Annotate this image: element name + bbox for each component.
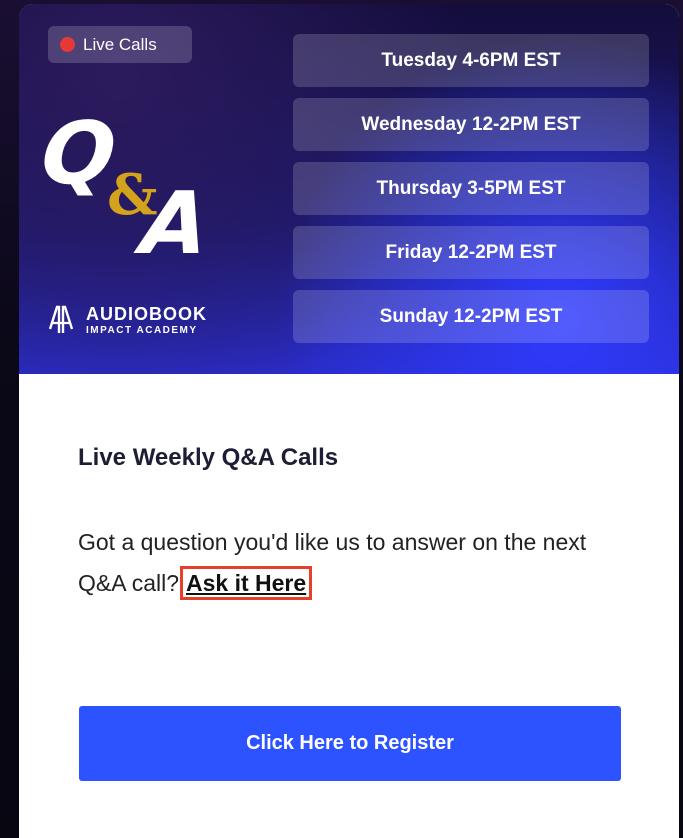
schedule-slot: Wednesday 12-2PM EST xyxy=(293,98,649,151)
schedule-slot: Thursday 3-5PM EST xyxy=(293,162,649,215)
logo-title: AUDIOBOOK xyxy=(86,304,207,324)
live-calls-label: Live Calls xyxy=(83,34,157,54)
audiobook-logo-icon xyxy=(48,305,74,333)
qa-card: Live Calls Q & A AUDIOBOOK IMPACT ACADEM… xyxy=(19,4,679,838)
qa-letter-a: A xyxy=(136,174,214,274)
register-button[interactable]: Click Here to Register xyxy=(79,706,621,781)
live-dot-icon xyxy=(60,37,75,52)
ask-it-here-link[interactable]: Ask it Here xyxy=(179,566,313,600)
logo-subtitle: IMPACT ACADEMY xyxy=(86,325,198,336)
card-description: Got a question you'd like us to answer o… xyxy=(78,522,638,604)
qa-banner: Live Calls Q & A AUDIOBOOK IMPACT ACADEM… xyxy=(19,4,679,374)
schedule-slot: Friday 12-2PM EST xyxy=(293,226,649,279)
schedule-slot: Tuesday 4-6PM EST xyxy=(293,34,649,87)
description-text: Got a question you'd like us to answer o… xyxy=(78,529,587,596)
schedule-slot: Sunday 12-2PM EST xyxy=(293,290,649,343)
qa-wordmark: Q & A xyxy=(37,104,222,274)
audiobook-logo: AUDIOBOOK IMPACT ACADEMY xyxy=(48,301,248,341)
live-calls-badge: Live Calls xyxy=(48,26,192,63)
schedule-list: Tuesday 4-6PM EST Wednesday 12-2PM EST T… xyxy=(293,34,649,354)
card-title: Live Weekly Q&A Calls xyxy=(78,444,339,471)
